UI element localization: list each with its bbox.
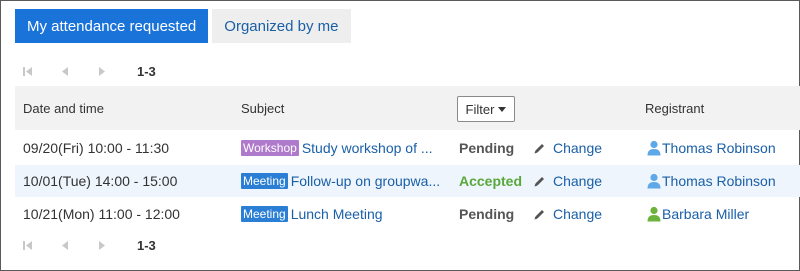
registrant-name: Barbara Miller	[662, 206, 750, 222]
table-row: 10/21(Mon) 11:00 - 12:00 Meeting Lunch M…	[15, 198, 800, 230]
tab-bar: My attendance requested Organized by me	[15, 9, 351, 43]
status-label: Accepted	[459, 173, 523, 189]
meeting-badge: Meeting	[241, 173, 288, 189]
pencil-icon	[533, 175, 546, 188]
registrant-link[interactable]: Barbara Miller	[647, 198, 749, 230]
previous-page-icon[interactable]	[61, 63, 99, 79]
tab-organized-by-me[interactable]: Organized by me	[212, 9, 351, 43]
change-label: Change	[553, 140, 603, 156]
pager-bottom: 1-3	[23, 237, 156, 253]
event-subject[interactable]: Workshop Study workshop of ...	[241, 132, 439, 164]
table-row: 10/01(Tue) 14:00 - 15:00 Meeting Follow-…	[15, 165, 800, 197]
registrant-link[interactable]: Thomas Robinson	[647, 165, 776, 197]
status-label: Pending	[459, 140, 515, 156]
previous-page-icon[interactable]	[61, 237, 99, 253]
first-page-icon[interactable]	[23, 63, 61, 79]
next-page-icon[interactable]	[99, 237, 137, 253]
caret-down-icon	[498, 107, 507, 112]
tab-my-attendance-requested[interactable]: My attendance requested	[15, 9, 209, 43]
change-link[interactable]: Change	[533, 165, 602, 197]
subject-link[interactable]: Lunch Meeting	[291, 206, 383, 222]
pager-top: 1-3	[23, 63, 156, 79]
header-registrant: Registrant	[645, 100, 705, 116]
header-date: Date and time	[23, 100, 104, 116]
event-subject[interactable]: Meeting Follow-up on groupwa...	[241, 165, 439, 197]
registrant-name: Thomas Robinson	[662, 173, 776, 189]
status-label: Pending	[459, 206, 515, 222]
event-subject[interactable]: Meeting Lunch Meeting	[241, 198, 439, 230]
user-icon	[647, 206, 661, 222]
attendance-panel: My attendance requested Organized by me …	[0, 0, 800, 271]
workshop-badge: Workshop	[241, 140, 299, 156]
registrant-name: Thomas Robinson	[662, 140, 776, 156]
registrant-link[interactable]: Thomas Robinson	[647, 132, 776, 164]
event-datetime: 09/20(Fri) 10:00 - 11:30	[23, 140, 170, 156]
change-link[interactable]: Change	[533, 132, 602, 164]
page-range: 1-3	[137, 63, 156, 79]
next-page-icon[interactable]	[99, 63, 137, 79]
table-header: Date and time Subject Filter Registrant	[15, 86, 800, 130]
meeting-badge: Meeting	[241, 206, 288, 222]
header-subject: Subject	[241, 100, 285, 116]
event-datetime: 10/21(Mon) 11:00 - 12:00	[23, 206, 180, 222]
table-row: 09/20(Fri) 10:00 - 11:30 Workshop Study …	[15, 132, 800, 164]
first-page-icon[interactable]	[23, 237, 61, 253]
subject-link[interactable]: Study workshop of ...	[302, 140, 433, 156]
change-link[interactable]: Change	[533, 198, 602, 230]
page-range: 1-3	[137, 237, 156, 253]
event-datetime: 10/01(Tue) 14:00 - 15:00	[23, 173, 178, 189]
filter-label: Filter	[465, 101, 495, 117]
pencil-icon	[533, 142, 546, 155]
pencil-icon	[533, 208, 546, 221]
subject-link[interactable]: Follow-up on groupwa...	[291, 173, 439, 189]
filter-dropdown-button[interactable]: Filter	[457, 96, 515, 122]
change-label: Change	[553, 206, 603, 222]
change-label: Change	[553, 173, 603, 189]
user-icon	[647, 140, 661, 156]
user-icon	[647, 173, 661, 189]
